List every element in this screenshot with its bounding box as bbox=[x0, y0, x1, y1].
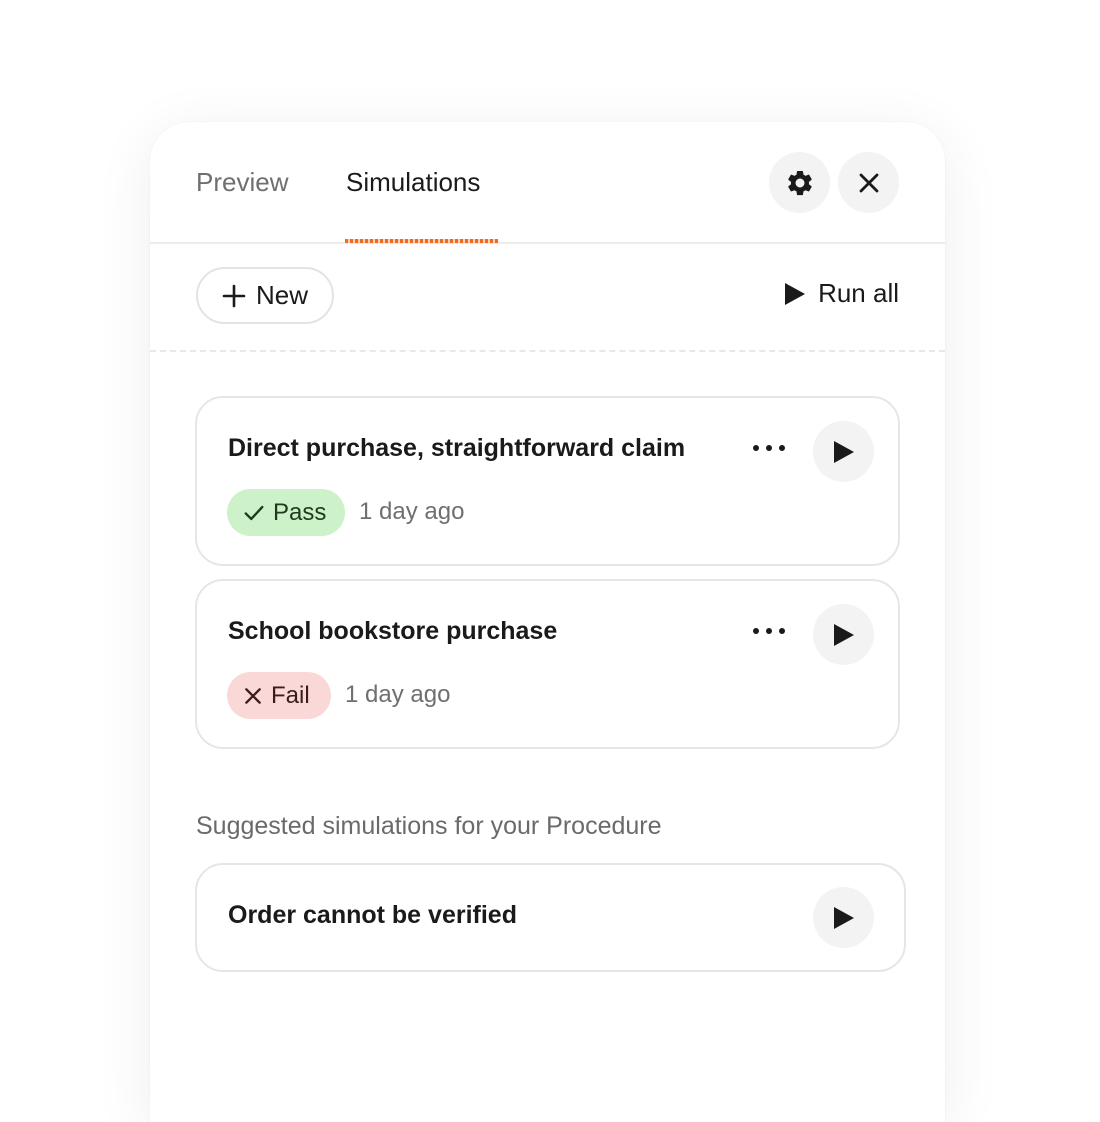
close-button[interactable] bbox=[838, 152, 899, 213]
gear-icon bbox=[787, 170, 812, 195]
play-icon bbox=[785, 282, 806, 305]
status-label: Pass bbox=[273, 498, 327, 526]
simulations-toolbar: New Run all bbox=[150, 244, 945, 352]
tab-simulations[interactable]: Simulations bbox=[346, 166, 480, 198]
suggested-simulation-card[interactable]: Order cannot be verified bbox=[195, 863, 906, 972]
plus-icon bbox=[222, 284, 246, 307]
more-options-icon[interactable] bbox=[753, 438, 785, 458]
run-simulation-button[interactable] bbox=[813, 604, 874, 665]
last-run-time: 1 day ago bbox=[359, 498, 465, 525]
more-options-icon[interactable] bbox=[753, 621, 785, 641]
close-icon bbox=[859, 173, 878, 192]
status-badge: Fail bbox=[227, 672, 331, 719]
last-run-time: 1 day ago bbox=[345, 681, 451, 708]
simulation-title: Direct purchase, straightforward claim bbox=[228, 434, 686, 462]
play-icon bbox=[833, 623, 854, 646]
active-tab-indicator bbox=[345, 239, 498, 243]
x-icon bbox=[245, 687, 261, 704]
settings-button[interactable] bbox=[769, 152, 830, 213]
run-all-button[interactable]: Run all bbox=[784, 278, 899, 309]
status-label: Fail bbox=[271, 681, 310, 709]
check-icon bbox=[244, 505, 264, 520]
new-button-label: New bbox=[255, 280, 308, 310]
simulation-card[interactable]: Direct purchase, straightforward claim P… bbox=[195, 396, 900, 566]
play-icon bbox=[833, 906, 854, 929]
suggested-simulation-title: Order cannot be verified bbox=[228, 901, 517, 929]
suggested-section-heading: Suggested simulations for your Procedure bbox=[196, 812, 662, 840]
simulation-title: School bookstore purchase bbox=[228, 617, 558, 645]
play-icon bbox=[833, 440, 854, 463]
simulations-panel: Preview Simulations New Run all Direct p… bbox=[150, 122, 945, 1122]
run-simulation-button[interactable] bbox=[813, 421, 874, 482]
simulation-card[interactable]: School bookstore purchase Fail 1 day ago bbox=[195, 579, 900, 749]
status-badge: Pass bbox=[227, 489, 345, 536]
new-simulation-button[interactable]: New bbox=[196, 267, 334, 324]
panel-header: Preview Simulations bbox=[150, 122, 945, 244]
run-all-label: Run all bbox=[818, 278, 899, 308]
tab-preview[interactable]: Preview bbox=[196, 166, 288, 198]
run-suggested-simulation-button[interactable] bbox=[813, 887, 874, 948]
